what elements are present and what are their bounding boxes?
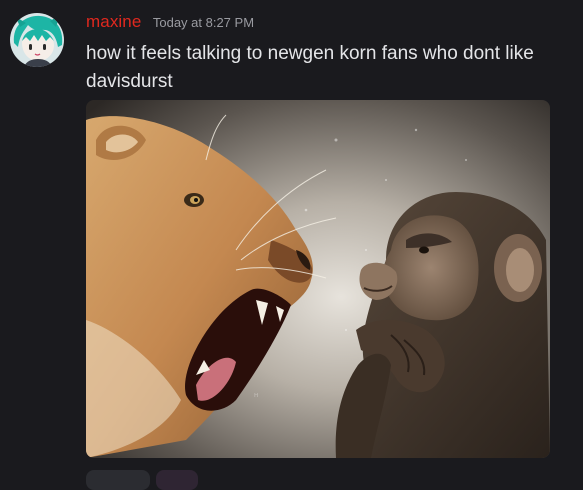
avatar-image: [10, 13, 64, 67]
avatar[interactable]: [10, 13, 64, 67]
lion-and-chimp-image: ᴴ: [86, 100, 550, 458]
image-attachment[interactable]: ᴴ: [86, 100, 550, 458]
message-header: maxine Today at 8:27 PM: [86, 12, 254, 32]
message-text: how it feels talking to newgen korn fans…: [86, 43, 534, 92]
timestamp[interactable]: Today at 8:27 PM: [153, 15, 254, 30]
reaction-button[interactable]: [86, 470, 150, 490]
chat-message: maxine Today at 8:27 PM how it feels tal…: [0, 0, 583, 490]
reaction-button[interactable]: [156, 470, 198, 490]
svg-text:ᴴ: ᴴ: [254, 393, 258, 403]
username[interactable]: maxine: [86, 12, 141, 31]
